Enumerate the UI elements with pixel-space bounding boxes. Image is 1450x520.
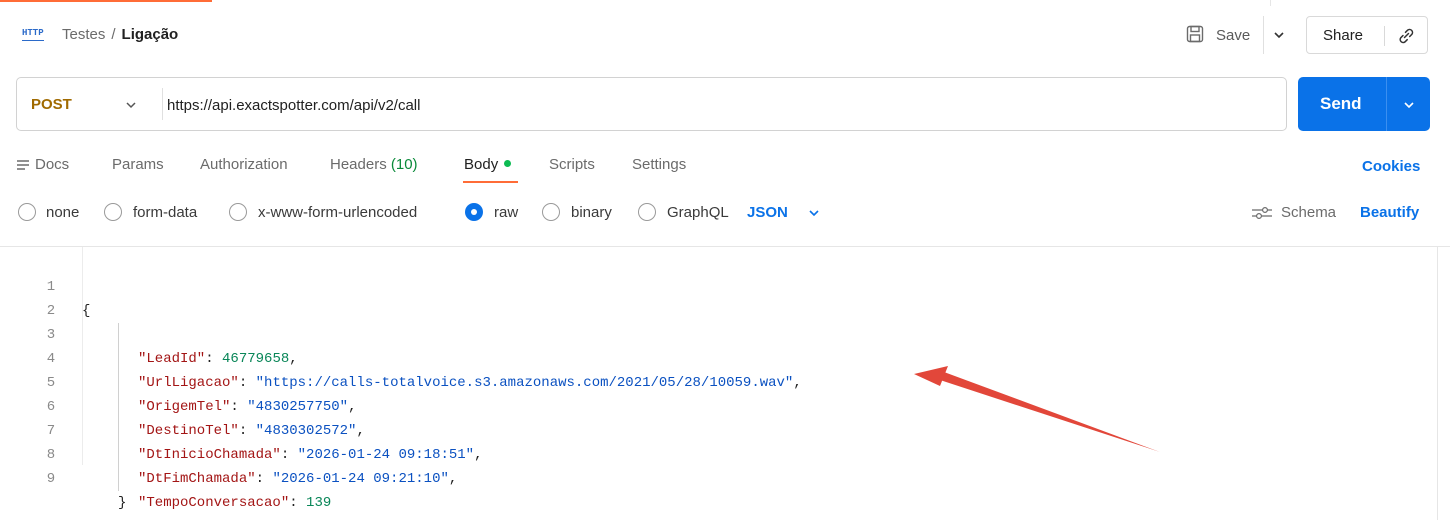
- method-select[interactable]: POST: [31, 96, 72, 113]
- code-line: 9 }: [0, 443, 1000, 511]
- tab-params[interactable]: Params: [112, 156, 164, 173]
- editor-border: [1437, 247, 1438, 520]
- request-tabs: Docs Params Authorization Headers (10) B…: [0, 150, 1450, 190]
- tab-headers-label: Headers: [330, 156, 387, 173]
- radio-urlencoded[interactable]: [229, 203, 247, 221]
- radio-binary-label[interactable]: binary: [571, 204, 612, 221]
- share-button[interactable]: Share: [1323, 27, 1363, 44]
- body-indicator-dot: [504, 160, 512, 167]
- tab-body-label: Body: [464, 156, 499, 173]
- json-value: 139: [306, 495, 332, 511]
- url-input[interactable]: [167, 92, 1267, 118]
- save-button[interactable]: Save: [1176, 16, 1298, 54]
- tab-authorization[interactable]: Authorization: [200, 156, 288, 173]
- radio-raw[interactable]: [465, 203, 483, 221]
- docs-icon: [17, 160, 29, 170]
- tab-docs[interactable]: Docs: [35, 156, 69, 173]
- headers-count: (10): [390, 156, 418, 173]
- body-type-selector: none form-data x-www-form-urlencoded raw…: [0, 200, 1450, 226]
- tab-separator: [1270, 0, 1271, 6]
- json-value: "2026-01-24 09:21:10": [272, 471, 449, 487]
- radio-raw-label[interactable]: raw: [494, 204, 518, 221]
- url-bar: POST: [16, 77, 1287, 131]
- http-icon: HTTP: [22, 28, 44, 41]
- breadcrumb-collection[interactable]: Testes: [62, 26, 105, 43]
- send-divider: [1386, 77, 1387, 131]
- code-line: 6 "DtInicioChamada": "2026-01-24 09:18:5…: [0, 371, 1000, 463]
- code-line: 4 "OrigemTel": "4830257750",: [0, 323, 1000, 415]
- body-editor[interactable]: 1 { 2 "LeadId": 46779658, 3 "UrlLigacao"…: [0, 246, 1450, 520]
- schema-button[interactable]: Schema: [1281, 204, 1336, 221]
- code-line: 8 "TempoConversacao": 139: [0, 419, 1000, 511]
- link-icon[interactable]: [1396, 26, 1416, 46]
- json-key: "DtFimChamada": [138, 471, 256, 487]
- code-line: 7 "DtFimChamada": "2026-01-24 09:21:10",: [0, 395, 1000, 487]
- active-tab-underline: [463, 181, 518, 183]
- save-label: Save: [1216, 26, 1251, 44]
- tab-scripts[interactable]: Scripts: [549, 156, 595, 173]
- code-line: 2 "LeadId": 46779658,: [0, 275, 1000, 367]
- code-line: 1 {: [0, 251, 1000, 319]
- tab-settings[interactable]: Settings: [632, 156, 686, 173]
- send-button-group: Send: [1298, 77, 1430, 131]
- radio-none-label[interactable]: none: [46, 204, 79, 221]
- cookies-link[interactable]: Cookies: [1362, 158, 1420, 175]
- tab-headers[interactable]: Headers (10): [330, 156, 418, 173]
- line-number: 9: [46, 471, 56, 487]
- breadcrumb-separator: /: [111, 26, 116, 43]
- url-divider: [162, 88, 163, 120]
- radio-urlencoded-label[interactable]: x-www-form-urlencoded: [258, 204, 417, 221]
- format-select[interactable]: JSON: [747, 204, 788, 221]
- code-line: 3 "UrlLigacao": "https://calls-totalvoic…: [0, 299, 1000, 391]
- indent-guide: [118, 467, 119, 491]
- radio-none[interactable]: [18, 203, 36, 221]
- radio-form-data-label[interactable]: form-data: [133, 204, 197, 221]
- radio-form-data[interactable]: [104, 203, 122, 221]
- radio-binary[interactable]: [542, 203, 560, 221]
- chevron-down-icon[interactable]: [1272, 28, 1286, 42]
- json-key: "TempoConversacao": [138, 495, 290, 511]
- code-line: 5 "DestinoTel": "4830302572",: [0, 347, 1000, 439]
- request-header: HTTP Testes / Ligação Save Share: [0, 16, 1450, 56]
- save-icon: [1186, 25, 1204, 43]
- save-divider: [1263, 16, 1264, 54]
- breadcrumb: Testes / Ligação: [62, 26, 178, 43]
- request-name[interactable]: Ligação: [122, 26, 179, 43]
- share-divider: [1384, 26, 1385, 46]
- beautify-button[interactable]: Beautify: [1360, 204, 1419, 221]
- share-button-group: Share: [1306, 16, 1428, 54]
- active-tab-indicator: [0, 0, 212, 2]
- chevron-down-icon[interactable]: [807, 206, 821, 220]
- schema-icon[interactable]: [1250, 204, 1274, 222]
- send-button[interactable]: Send: [1320, 94, 1362, 114]
- json-close-brace: }: [118, 495, 127, 511]
- chevron-down-icon[interactable]: [1402, 98, 1416, 112]
- radio-graphql[interactable]: [638, 203, 656, 221]
- tab-body[interactable]: Body: [464, 156, 512, 173]
- radio-graphql-label[interactable]: GraphQL: [667, 204, 729, 221]
- chevron-down-icon[interactable]: [124, 98, 138, 112]
- top-tab-strip: [0, 0, 1450, 6]
